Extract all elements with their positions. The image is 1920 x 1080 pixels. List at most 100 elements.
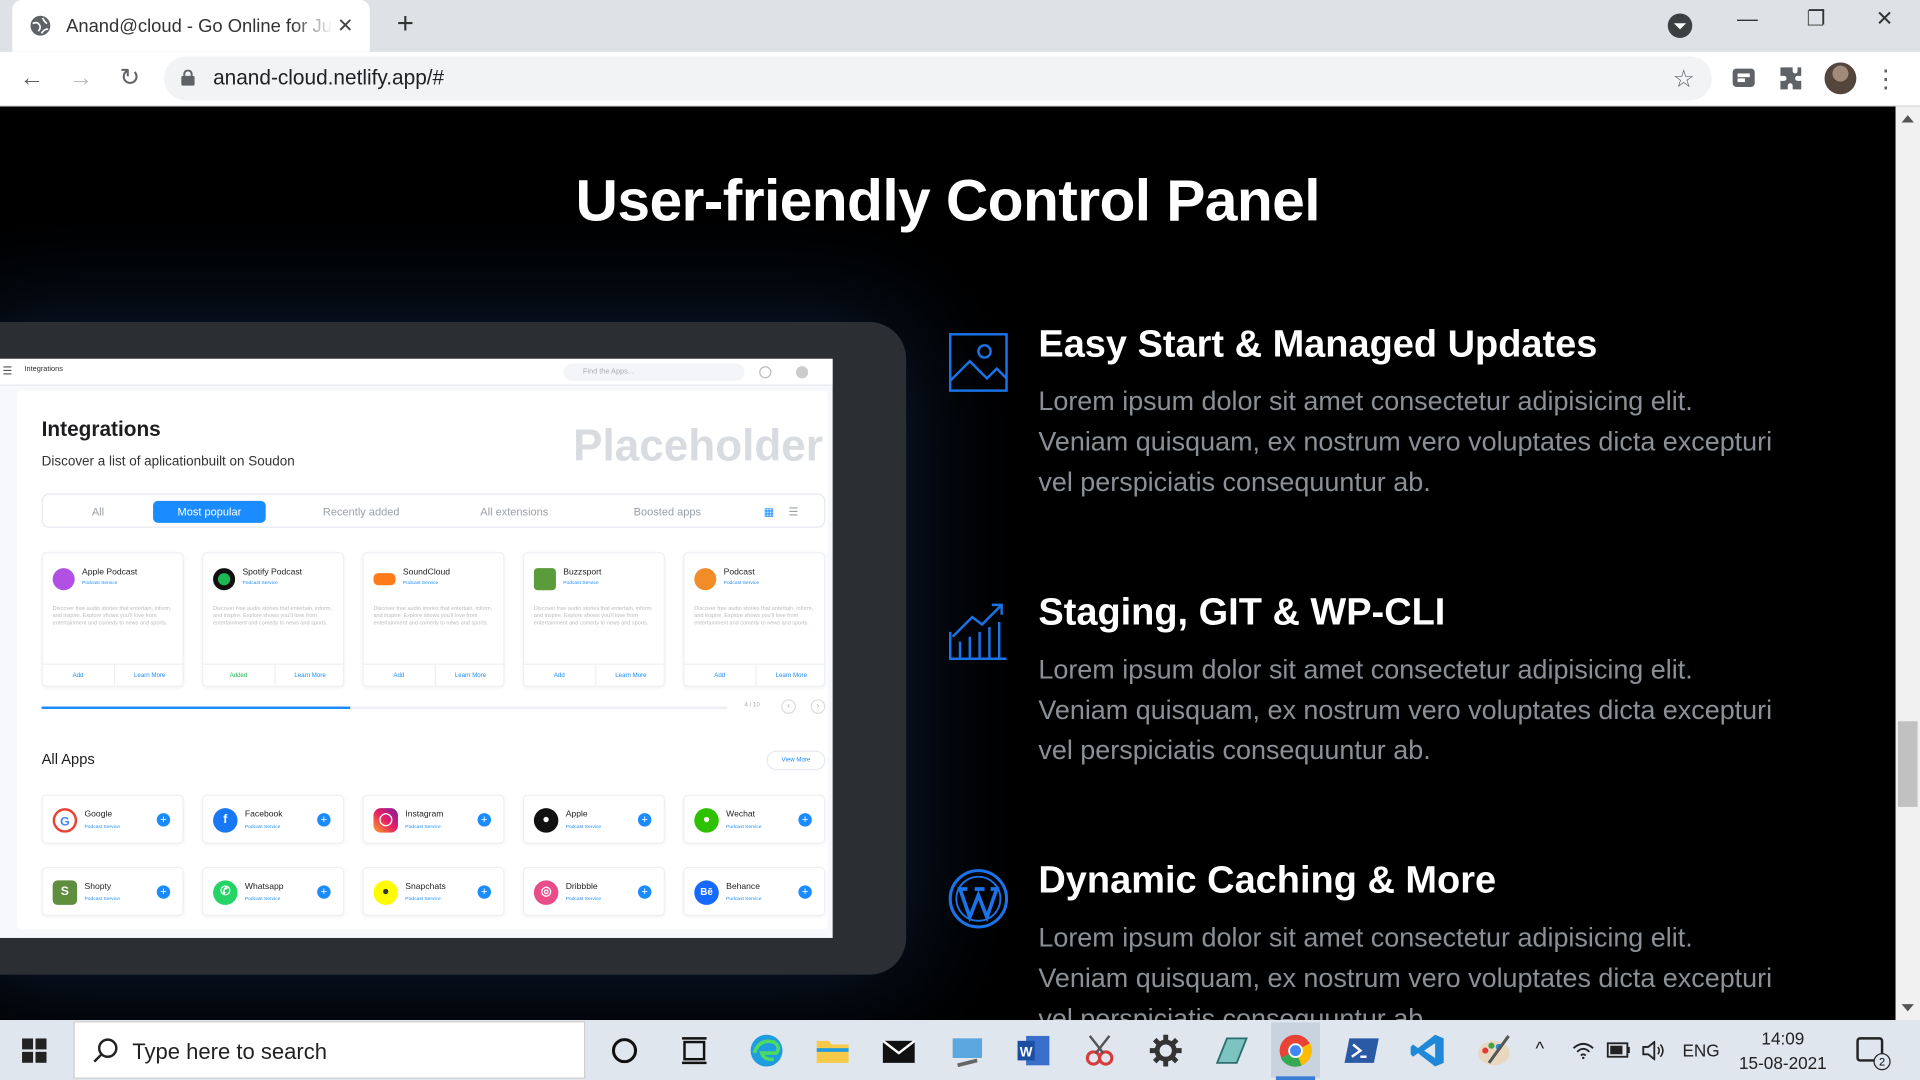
chrome-active-indicator [1275, 1076, 1316, 1080]
filter-all: All [91, 505, 105, 518]
app-tile: ● Apple Podcast Service + [522, 794, 665, 844]
profile-avatar[interactable] [1824, 62, 1857, 95]
extension-cast-icon[interactable] [1729, 64, 1758, 93]
taskbar-search-text: Type here to search [132, 1039, 328, 1065]
taskbar-search[interactable]: Type here to search [73, 1021, 586, 1079]
card-learn-more: Learn More [434, 664, 506, 686]
filter-most-popular: Most popular [153, 500, 266, 523]
new-tab-button[interactable]: + [389, 7, 421, 41]
tab-close-button[interactable]: ✕ [333, 13, 357, 37]
chart-growth-icon [948, 603, 1007, 661]
restore-button[interactable]: ❐ [1798, 7, 1835, 31]
wechat-icon: ● [694, 808, 719, 833]
feature-description: Lorem ipsum dolor sit amet consectetur a… [1038, 385, 1773, 498]
settings-gear-icon[interactable] [1146, 1031, 1185, 1070]
app-name: Whatsapp [244, 882, 284, 892]
feature-easy-start: Easy Start & Managed Updates Lorem ipsum… [948, 322, 1805, 518]
scroll-down-arrow-icon[interactable] [1901, 1004, 1914, 1012]
snipping-tool-icon[interactable] [1080, 1031, 1119, 1070]
add-app-icon: + [156, 813, 171, 827]
powershell-icon[interactable] [1342, 1031, 1381, 1070]
paint-icon[interactable] [1474, 1031, 1513, 1070]
google-icon: G [52, 808, 78, 833]
task-view-icon[interactable] [676, 1031, 715, 1070]
browser-menu-icon[interactable]: ⋮ [1873, 64, 1897, 95]
filter-bar: All Most popular Recently added All exte… [41, 493, 826, 528]
bookmark-star-icon[interactable]: ☆ [1673, 64, 1695, 95]
card-type: Podcast Service [242, 579, 278, 586]
apple-podcast-icon [52, 568, 75, 591]
language-indicator[interactable]: ENG [1682, 1041, 1719, 1061]
volume-icon[interactable] [1641, 1040, 1665, 1061]
cortana-icon[interactable] [605, 1031, 644, 1070]
card-footer: Add Learn More [42, 663, 185, 686]
extensions-puzzle-icon[interactable] [1777, 64, 1806, 93]
edge-icon[interactable] [747, 1031, 786, 1070]
add-app-icon: + [317, 813, 331, 827]
carousel-progress-fill [41, 706, 351, 709]
snapchat-icon: ● [373, 880, 398, 905]
address-bar[interactable]: anand-cloud.netlify.app/# ☆ [164, 56, 1712, 101]
card-add: Add [553, 672, 565, 680]
chrome-icon[interactable] [1276, 1031, 1315, 1070]
add-app-icon: + [317, 885, 331, 899]
card-learn-more: Learn More [754, 664, 827, 686]
app-type: Podcast Service [565, 895, 602, 902]
card-add: Add [714, 672, 726, 680]
windows-start-icon[interactable] [22, 1038, 47, 1063]
browser-tab[interactable]: Anand@cloud - Go Online for Just ✕ [12, 0, 370, 52]
add-app-icon: + [477, 885, 492, 899]
scroll-up-arrow-icon[interactable] [1901, 115, 1914, 123]
integration-card: SoundCloud Podcast Service Discover free… [362, 552, 506, 687]
app-type: Podcast Service [405, 822, 441, 829]
page-scrollbar[interactable] [1895, 106, 1920, 1021]
integration-card: Apple Podcast Podcast Service Discover f… [41, 552, 185, 687]
prev-arrow-icon: ‹ [781, 699, 796, 714]
card-learn-more: Learn More [113, 664, 185, 686]
app-type: Podcast Service [726, 895, 762, 902]
app-tile: ● Wechat Podcast Service + [683, 794, 826, 844]
add-app-icon: + [798, 813, 812, 827]
app-name: Shopty [84, 882, 112, 892]
word-icon[interactable]: W [1014, 1031, 1053, 1070]
card-add: Add [72, 672, 84, 680]
image-icon [948, 333, 1008, 392]
view-more-button: View More [766, 750, 826, 771]
notification-center-icon[interactable]: 2 [1856, 1037, 1891, 1071]
card-learn-more: Learn More [273, 664, 346, 686]
podcast-icon [694, 568, 717, 591]
placeholder-text: Placeholder [573, 420, 823, 471]
instagram-icon: ◯ [373, 808, 398, 833]
taskbar-clock[interactable]: 14:09 15-08-2021 [1727, 1026, 1840, 1075]
minimize-button[interactable]: — [1729, 7, 1766, 31]
feature-caching: Dynamic Caching & More Lorem ipsum dolor… [948, 858, 1805, 1020]
card-footer: Add Learn More [524, 663, 667, 686]
wifi-icon[interactable] [1572, 1042, 1594, 1060]
whatsapp-icon: ✆ [213, 880, 238, 905]
back-button[interactable]: ← [15, 61, 49, 95]
card-type: Podcast Service [402, 579, 439, 586]
vscode-icon[interactable] [1408, 1031, 1447, 1070]
svg-text:W: W [1020, 1045, 1033, 1060]
all-apps-title: All Apps [41, 750, 95, 768]
card-name: Buzzsport [563, 568, 602, 577]
feature-description: Lorem ipsum dolor sit amet consectetur a… [1038, 922, 1773, 1021]
notepad-icon[interactable] [1212, 1031, 1251, 1070]
scrollbar-thumb[interactable] [1897, 721, 1918, 807]
forward-button[interactable]: → [64, 61, 98, 95]
integrations-title: Integrations [41, 417, 161, 441]
battery-icon[interactable] [1606, 1042, 1631, 1058]
feature-title: Dynamic Caching & More [1038, 858, 1497, 902]
soundcloud-icon [373, 573, 396, 586]
pc-icon[interactable] [948, 1031, 987, 1070]
reload-button[interactable]: ↻ [113, 61, 147, 95]
tray-chevron-up-icon[interactable]: ^ [1536, 1038, 1545, 1059]
card-type: Podcast Service [723, 579, 760, 586]
list-view-icon: ☰ [788, 505, 799, 518]
mail-icon[interactable] [879, 1031, 918, 1070]
feature-description: Lorem ipsum dolor sit amet consectetur a… [1038, 653, 1773, 766]
file-explorer-icon[interactable] [813, 1031, 852, 1070]
window-close-button[interactable]: ✕ [1866, 7, 1903, 31]
feature-title: Easy Start & Managed Updates [1038, 322, 1598, 365]
tab-search-button[interactable] [1667, 13, 1693, 38]
